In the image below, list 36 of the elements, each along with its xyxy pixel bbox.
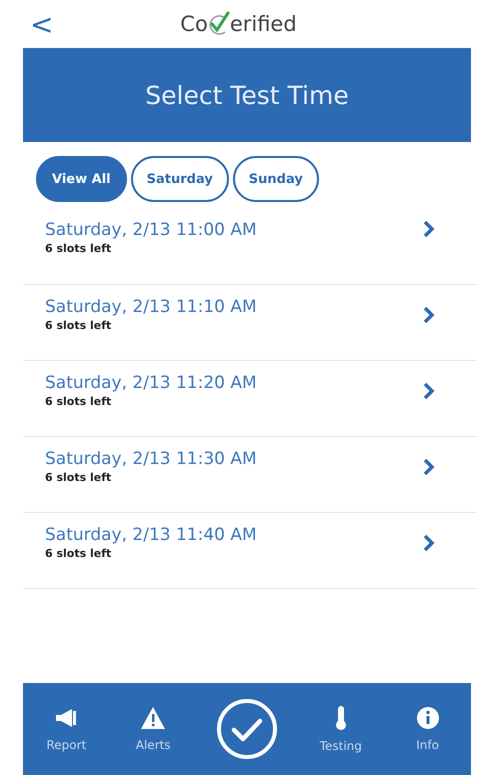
- slots-left: 6 slots left: [45, 319, 112, 332]
- slots-left: 6 slots left: [45, 242, 112, 255]
- time-slot-row[interactable]: Saturday, 2/13 11:30 AM 6 slots left: [23, 421, 477, 513]
- check-circle-icon: [216, 698, 278, 760]
- time-slot-row[interactable]: Saturday, 2/13 11:40 AM 6 slots left: [23, 497, 477, 589]
- info-icon: [416, 706, 440, 730]
- slot-time: Saturday, 2/13 11:10 AM: [45, 297, 257, 317]
- slot-time: Saturday, 2/13 11:40 AM: [45, 525, 257, 545]
- slot-time: Saturday, 2/13 11:30 AM: [45, 449, 257, 469]
- chevron-right-icon: [423, 306, 435, 324]
- time-slot-row[interactable]: Saturday, 2/13 11:00 AM 6 slots left: [23, 210, 477, 285]
- nav-item[interactable]: Alerts: [123, 705, 184, 753]
- nav-item[interactable]: Testing: [310, 704, 371, 754]
- chevron-right-icon: [423, 382, 435, 400]
- nav-item[interactable]: Info: [398, 705, 458, 753]
- time-slot-row[interactable]: Saturday, 2/13 11:10 AM 6 slots left: [23, 269, 477, 361]
- slot-time: Saturday, 2/13 11:20 AM: [45, 373, 257, 393]
- filter-chip[interactable]: Saturday: [130, 156, 229, 202]
- back-button[interactable]: <: [0, 8, 60, 40]
- chevron-right-icon: [423, 458, 435, 476]
- filter-chip[interactable]: Sunday: [232, 156, 319, 202]
- slots-left: 6 slots left: [45, 547, 112, 560]
- nav-item[interactable]: Report: [36, 705, 96, 753]
- slots-left: 6 slots left: [45, 471, 112, 484]
- thermometer-icon: [334, 705, 347, 731]
- time-slot-row[interactable]: Saturday, 2/13 11:20 AM 6 slots left: [23, 345, 477, 437]
- slot-time: Saturday, 2/13 11:00 AM: [45, 220, 257, 240]
- chevron-right-icon: [423, 534, 435, 552]
- slots-left: 6 slots left: [45, 395, 112, 408]
- page-title: Select Test Time: [145, 80, 349, 110]
- megaphone-icon: [54, 706, 78, 730]
- filter-chip[interactable]: View All: [36, 156, 127, 202]
- logo: Co erified: [179, 11, 298, 37]
- warning-icon: [140, 706, 166, 730]
- chevron-right-icon: [423, 220, 435, 238]
- check-icon: [208, 11, 230, 37]
